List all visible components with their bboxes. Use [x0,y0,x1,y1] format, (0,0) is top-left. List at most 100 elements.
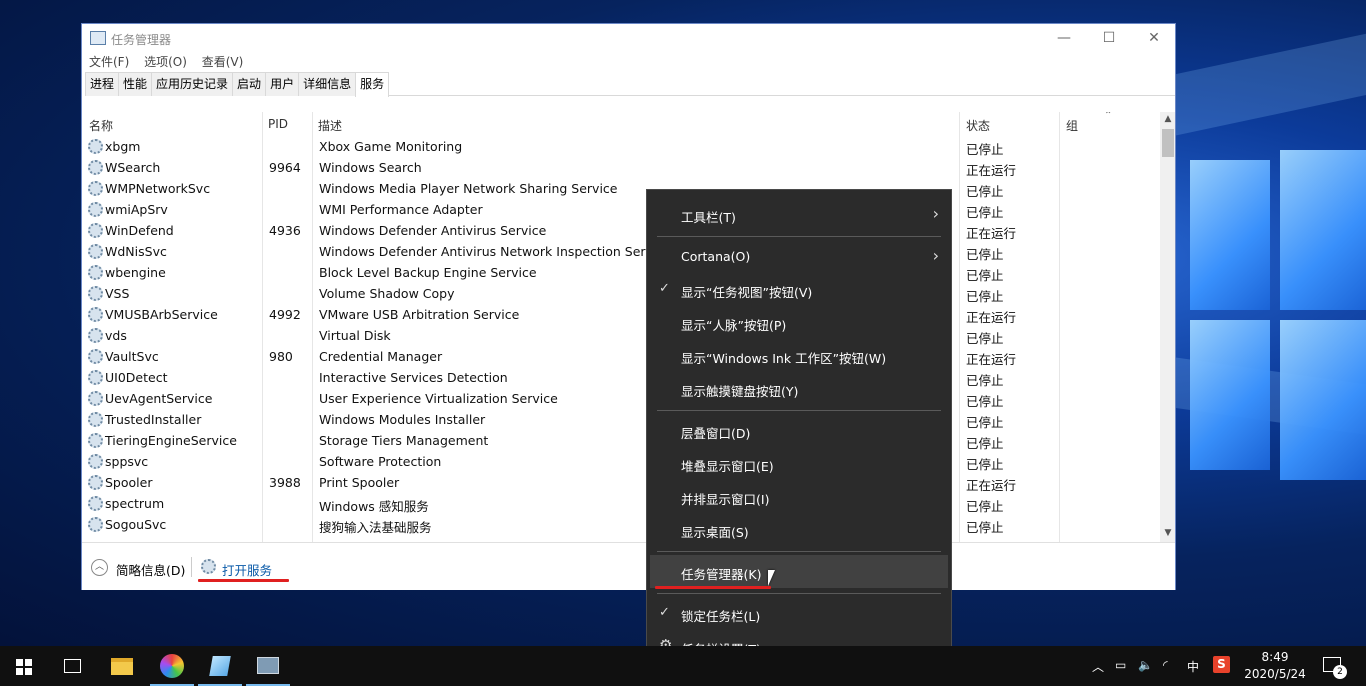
table-row[interactable]: WSearch 9964 Windows Search 正在运行 [82,157,1160,178]
tab-services[interactable]: 服务 [355,72,390,97]
mouse-cursor-icon [768,570,782,586]
menu-item-side-by-side[interactable]: 并排显示窗口(I) [647,480,951,513]
cell-desc: Volume Shadow Copy [319,286,455,301]
column-header-name[interactable]: 名称 [89,117,113,134]
task-manager-window: 任务管理器 — ☐ ✕ 文件(F) 选项(O) 查看(V) 进程 性能 应用历史… [81,23,1176,590]
table-row[interactable]: UevAgentService User Experience Virtualiz… [82,388,1160,409]
tab-processes[interactable]: 进程 [85,72,120,96]
file-explorer-button[interactable] [98,646,146,686]
cell-desc: Windows Defender Antivirus Network Inspe… [319,244,672,259]
table-row[interactable]: SogouSvc 搜狗输入法基础服务 已停止 [82,514,1160,535]
menu-file[interactable]: 文件(F) [89,52,129,72]
table-row[interactable]: WMPNetworkSvc Windows Media Player Networ… [82,178,1160,199]
service-gear-icon [88,202,103,217]
open-services-link[interactable]: 打开服务 [222,560,272,579]
menu-separator [657,236,941,237]
service-gear-icon [88,328,103,343]
cell-desc: Virtual Disk [319,328,391,343]
table-row[interactable]: WdNisSvc Windows Defender Antivirus Netwo… [82,241,1160,262]
task-view-button[interactable] [48,646,96,686]
cell-desc: Xbox Game Monitoring [319,139,463,154]
table-row[interactable]: spectrum Windows 感知服务 已停止 [82,493,1160,514]
menu-options[interactable]: 选项(O) [144,52,187,72]
tab-app-history[interactable]: 应用历史记录 [151,72,234,96]
table-row[interactable]: TrustedInstaller Windows Modules Installe… [82,409,1160,430]
ime-indicator[interactable]: 中 [1187,658,1199,675]
table-row[interactable]: UI0Detect Interactive Services Detection 已… [82,367,1160,388]
menu-item-show-windows-ink[interactable]: 显示“Windows Ink 工作区”按钮(W) [647,339,951,372]
service-gear-icon [88,181,103,196]
tab-startup[interactable]: 启动 [232,72,267,96]
table-row[interactable]: TieringEngineService Storage Tiers Manage… [82,430,1160,451]
table-row[interactable]: sppsvc Software Protection 已停止 [82,451,1160,472]
cell-desc: 搜狗输入法基础服务 [319,520,432,535]
tab-details[interactable]: 详细信息 [298,72,357,96]
clock[interactable]: 8:49 2020/5/24 [1240,649,1310,683]
table-row[interactable]: WinDefend 4936 Windows Defender Antivirus … [82,220,1160,241]
cell-desc: Software Protection [319,454,442,469]
services-gear-icon[interactable] [201,559,216,574]
table-row[interactable]: wbengine Block Level Backup Engine Servic… [82,262,1160,283]
menu-item-show-people[interactable]: 显示“人脉”按钮(P) [647,306,951,339]
menu-item-label: 显示“Windows Ink 工作区”按钮(W) [681,351,887,366]
table-row[interactable]: vds Virtual Disk 已停止 [82,325,1160,346]
color-app-button[interactable] [148,646,196,686]
battery-icon[interactable]: ▭ [1115,658,1126,672]
cell-desc: Storage Tiers Management [319,433,489,448]
cell-status: 正在运行 [966,163,1017,178]
speaker-icon[interactable]: 🔈 [1138,658,1153,672]
tab-users[interactable]: 用户 [265,72,300,96]
table-row[interactable]: Spooler 3988 Print Spooler 正在运行 [82,472,1160,493]
cell-pid: 9964 [269,160,301,175]
maximize-button[interactable]: ☐ [1086,24,1132,52]
menu-item-lock-taskbar[interactable]: ✓ 锁定任务栏(L) [647,597,951,630]
table-row[interactable]: VMUSBArbService 4992 VMware USB Arbitratio… [82,304,1160,325]
task-manager-icon [257,657,279,674]
service-gear-icon [88,265,103,280]
column-header-group[interactable]: 组 [1066,117,1078,134]
clock-date: 2020/5/24 [1244,667,1306,681]
cell-status: 已停止 [966,436,1004,451]
service-gear-icon [88,475,103,490]
column-header-pid[interactable]: PID [268,117,288,131]
service-gear-icon [88,307,103,322]
menu-item-show-task-view[interactable]: ✓ 显示“任务视图”按钮(V) [647,273,951,306]
table-row[interactable]: xbgm Xbox Game Monitoring 已停止 [82,136,1160,157]
table-row[interactable]: wmiApSrv WMI Performance Adapter 已停止 [82,199,1160,220]
sogou-icon[interactable]: S [1213,656,1230,673]
column-header-description[interactable]: 描述 [318,117,342,134]
minimize-button[interactable]: — [1041,24,1087,52]
menu-item-cascade-windows[interactable]: 层叠窗口(D) [647,414,951,447]
scroll-up-icon[interactable]: ▲ [1160,114,1175,124]
chevron-up-icon[interactable]: ︿ [1092,658,1104,675]
scrollbar-thumb[interactable] [1162,129,1174,157]
service-gear-icon [88,160,103,175]
menu-item-stack-windows[interactable]: 堆叠显示窗口(E) [647,447,951,480]
task-manager-taskbar-button[interactable] [244,646,292,686]
fewer-details-link[interactable]: 简略信息(D) [116,560,185,579]
column-header-status[interactable]: 状态 [966,117,990,134]
scroll-down-icon[interactable]: ▼ [1160,528,1175,538]
menu-item-show-touch-keyboard[interactable]: 显示触摸键盘按钮(Y) [647,372,951,405]
cell-desc: Windows Modules Installer [319,412,486,427]
network-icon[interactable]: ◜ [1163,658,1168,672]
vertical-scrollbar[interactable]: ▲ ▼ [1160,112,1175,542]
chevron-up-icon[interactable]: ︿ [91,559,108,576]
menu-item-task-manager[interactable]: 任务管理器(K) [650,555,948,588]
menu-item-toolbars[interactable]: 工具栏(T) › [647,198,951,231]
table-row[interactable]: VSS Volume Shadow Copy 已停止 [82,283,1160,304]
cell-status: 已停止 [966,499,1004,514]
cell-status: 正在运行 [966,478,1017,493]
cell-pid: 4936 [269,223,301,238]
cell-name: WMPNetworkSvc [105,181,211,196]
menu-item-show-desktop[interactable]: 显示桌面(S) [647,513,951,546]
cell-desc: VMware USB Arbitration Service [319,307,520,322]
menu-item-cortana[interactable]: Cortana(O) › [647,240,951,273]
notepad-button[interactable] [196,646,244,686]
tab-performance[interactable]: 性能 [118,72,153,96]
close-button[interactable]: ✕ [1131,24,1177,52]
start-button[interactable] [0,646,48,686]
menu-view[interactable]: 查看(V) [202,52,244,72]
services-table: 名称 PID 描述 状态 组 ⌃ xbgm Xbox Game Monitorin… [82,112,1175,542]
table-row[interactable]: VaultSvc 980 Credential Manager 正在运行 [82,346,1160,367]
